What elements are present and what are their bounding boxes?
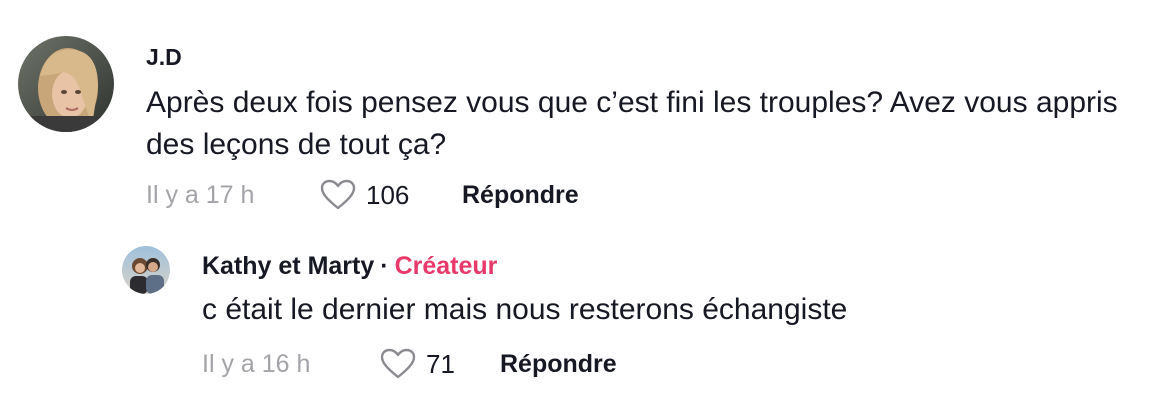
comment-text: Après deux fois pensez vous que c’est fi…: [146, 86, 1118, 161]
separator-dot: ·: [380, 252, 389, 280]
comment-like-button[interactable]: 106: [320, 179, 462, 211]
reply-text: c était le dernier mais nous resterons é…: [202, 293, 848, 326]
reply-like-count: 71: [426, 348, 455, 379]
reply-actions: Il y a 16 h 71 Répondre: [202, 344, 617, 384]
reply-like-button[interactable]: 71: [380, 348, 500, 380]
comment-like-count: 106: [366, 179, 410, 210]
comment-actions: Il y a 17 h 106 Répondre: [146, 175, 579, 215]
heart-icon[interactable]: [380, 348, 416, 380]
commenter-username[interactable]: J.D: [146, 44, 182, 71]
commenter-avatar[interactable]: [18, 36, 114, 132]
reply-header: Kathy et Marty · Créateur: [202, 252, 497, 281]
comment-timestamp: Il y a 17 h: [146, 180, 255, 209]
reply-avatar[interactable]: [122, 246, 170, 294]
heart-icon[interactable]: [320, 179, 356, 211]
comment-reply-button[interactable]: Répondre: [462, 181, 579, 210]
reply-username[interactable]: Kathy et Marty: [202, 252, 374, 280]
reply-timestamp: Il y a 16 h: [202, 349, 311, 378]
creator-badge: Créateur: [394, 252, 498, 280]
reply-reply-button[interactable]: Répondre: [500, 350, 617, 379]
